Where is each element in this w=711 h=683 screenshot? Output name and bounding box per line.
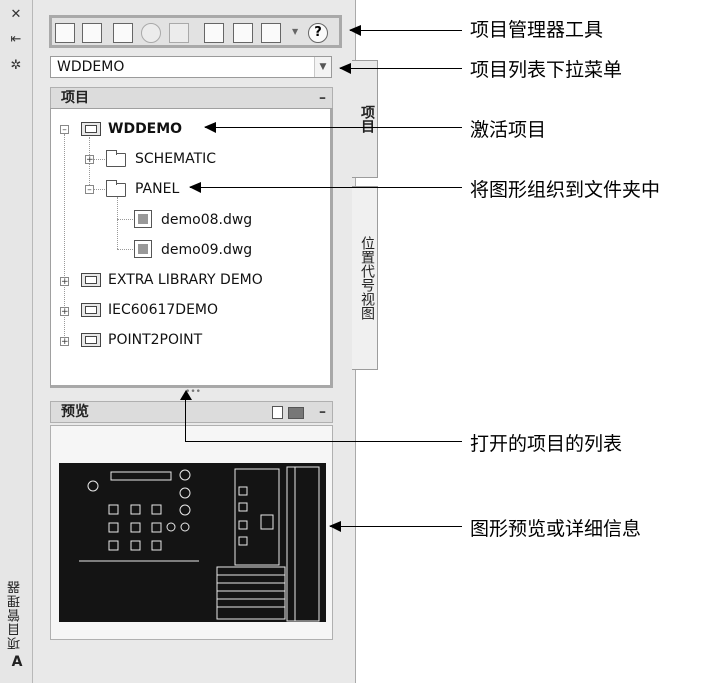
dropdown-selected-value: WDDEMO xyxy=(57,59,125,75)
refresh-icon[interactable] xyxy=(141,23,161,43)
annotation-open-list: 打开的项目的列表 xyxy=(470,433,623,455)
drawing-icon xyxy=(134,240,152,258)
project-list-dropdown[interactable]: WDDEMO ▼ xyxy=(50,56,332,78)
expand-toggle[interactable]: + xyxy=(60,277,69,287)
project-icon xyxy=(81,122,101,136)
annotation-toolbar: 项目管理器工具 xyxy=(470,19,604,41)
tree-file-demo09[interactable]: demo09.dwg xyxy=(161,240,252,260)
palette-a-icon[interactable]: A xyxy=(9,654,25,672)
palette-titlebar: ✕ ⇤ ✲ 项目管理器 A xyxy=(0,0,33,683)
collapse-toggle[interactable]: – xyxy=(85,185,94,195)
tree-item-active-project[interactable]: WDDEMO xyxy=(108,119,182,139)
annotation-arrow xyxy=(185,441,462,442)
collapse-icon[interactable]: – xyxy=(319,402,326,422)
tab-projects[interactable]: 项目 xyxy=(352,60,378,178)
projects-panel-title: 项目 xyxy=(61,90,89,106)
new-drawing-icon[interactable] xyxy=(113,23,133,43)
open-project-icon[interactable] xyxy=(55,23,75,43)
properties-icon[interactable] xyxy=(233,23,253,43)
annotation-dropdown: 项目列表下拉菜单 xyxy=(470,59,623,81)
print-icon[interactable] xyxy=(261,23,281,43)
annotation-arrow xyxy=(204,122,462,133)
projects-panel-header[interactable]: 项目 – xyxy=(50,87,333,109)
chevron-down-icon[interactable]: ▼ xyxy=(314,57,331,77)
properties-gear-icon[interactable]: ✲ xyxy=(9,59,23,73)
collapse-toggle[interactable]: – xyxy=(60,125,69,135)
tab-location-view[interactable]: 位置代号视图 xyxy=(352,186,378,370)
tree-project-iec60617demo[interactable]: IEC60617DEMO xyxy=(108,300,218,320)
annotation-arrow xyxy=(339,63,462,74)
help-icon[interactable]: ? xyxy=(308,23,328,43)
annotation-active-project: 激活项目 xyxy=(470,119,547,141)
annotation-arrow xyxy=(185,395,186,441)
tree-project-point2point[interactable]: POINT2POINT xyxy=(108,330,202,350)
annotation-preview: 图形预览或详细信息 xyxy=(470,518,642,540)
expand-toggle[interactable]: + xyxy=(60,337,69,347)
expand-toggle[interactable]: + xyxy=(85,155,94,165)
update-icon[interactable] xyxy=(204,23,224,43)
preview-image-icon[interactable] xyxy=(288,407,304,419)
project-manager-toolbar: ▼ ? xyxy=(49,15,342,48)
tree-project-extra-library-demo[interactable]: EXTRA LIBRARY DEMO xyxy=(108,270,263,290)
tree-folder-panel[interactable]: PANEL xyxy=(135,179,179,199)
arrowhead-up-icon xyxy=(180,390,192,400)
project-icon xyxy=(81,273,101,287)
expand-toggle[interactable]: + xyxy=(60,307,69,317)
annotation-arrow xyxy=(349,25,462,36)
project-icon xyxy=(81,333,101,347)
collapse-icon[interactable]: – xyxy=(319,88,326,108)
project-tree: – WDDEMO + SCHEMATIC – PANEL demo08.dwg … xyxy=(50,108,333,388)
annotation-arrow xyxy=(189,182,462,193)
new-project-icon[interactable] xyxy=(82,23,102,43)
annotation-arrow xyxy=(329,521,462,532)
project-icon xyxy=(81,303,101,317)
folder-icon xyxy=(106,180,126,197)
preview-panel-title: 预览 xyxy=(61,404,89,420)
folder-icon xyxy=(106,150,126,167)
annotation-folders: 将图形组织到文件夹中 xyxy=(470,179,661,201)
disabled-tool-icon xyxy=(169,23,189,43)
drawing-preview-image xyxy=(59,463,326,622)
palette-title: 项目管理器 xyxy=(8,580,23,650)
autohide-icon[interactable]: ⇤ xyxy=(9,33,23,47)
close-icon[interactable]: ✕ xyxy=(9,8,23,22)
details-view-icon[interactable] xyxy=(272,406,283,419)
dropdown-chevron-icon[interactable]: ▼ xyxy=(292,27,298,36)
tree-file-demo08[interactable]: demo08.dwg xyxy=(161,210,252,230)
drawing-icon xyxy=(134,210,152,228)
tree-folder-schematic[interactable]: SCHEMATIC xyxy=(135,149,216,169)
preview-panel-header[interactable]: 预览 – xyxy=(50,401,333,423)
